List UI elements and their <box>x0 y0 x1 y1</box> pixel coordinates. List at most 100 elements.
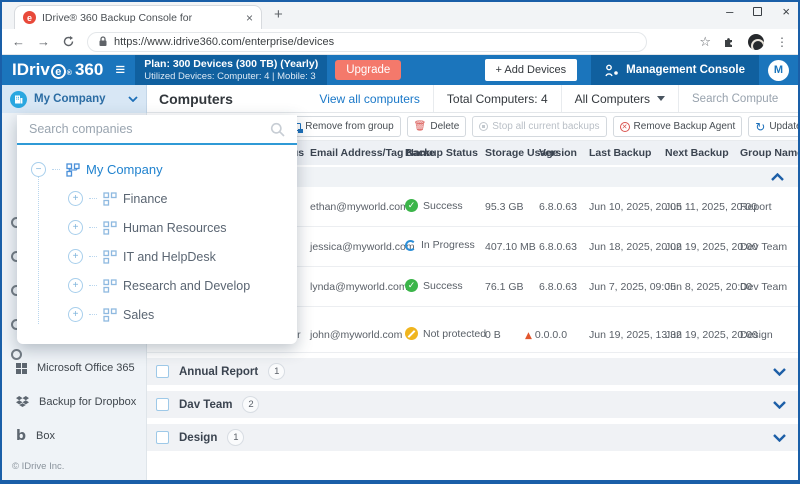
window-restore-button[interactable] <box>753 7 762 16</box>
forward-icon[interactable]: → <box>37 34 50 49</box>
col-last-backup[interactable]: Last Backup <box>589 147 651 159</box>
row-backup-status: ✓ Success <box>405 199 463 212</box>
plan-summary: Plan: 300 Devices (300 TB) (Yearly) Util… <box>135 55 327 85</box>
add-devices-button[interactable]: + Add Devices <box>485 59 578 81</box>
url-bar: ← → https://www.idrive360.com/enterprise… <box>2 29 798 55</box>
tree-node-human-resources[interactable]: + Human Resources <box>68 213 297 242</box>
warning-triangle-icon: ▲ <box>525 331 532 341</box>
group-row-design[interactable]: Design 1 <box>147 424 798 451</box>
expand-icon[interactable]: + <box>68 278 83 293</box>
company-selector-label: My Company <box>34 93 121 105</box>
computers-scope-dropdown[interactable]: All Computers <box>561 85 678 112</box>
expand-icon[interactable]: + <box>68 307 83 322</box>
company-selector[interactable]: My Company <box>2 85 147 113</box>
sidebar-item-backup-for-dropbox[interactable]: Backup for Dropbox <box>2 390 147 414</box>
reload-icon[interactable] <box>62 35 75 48</box>
user-avatar[interactable]: M <box>768 60 789 81</box>
company-building-icon <box>10 91 27 108</box>
search-computers-input[interactable] <box>692 93 778 105</box>
tree-node-finance[interactable]: + Finance <box>68 184 297 213</box>
url-text: https://www.idrive360.com/enterprise/dev… <box>114 36 334 48</box>
management-console-nav[interactable]: Management Console <box>591 55 759 85</box>
chevron-down-icon[interactable] <box>773 434 786 442</box>
hamburger-menu-icon[interactable]: ≡ <box>115 60 125 80</box>
group-row-annual-report[interactable]: Annual Report 1 <box>147 358 798 385</box>
search-computers-box[interactable] <box>678 85 798 112</box>
col-backup-status[interactable]: Backup Status <box>405 147 478 159</box>
stop-all-backups-button[interactable]: Stop all current backups <box>472 116 606 137</box>
extensions-puzzle-icon[interactable] <box>723 35 736 48</box>
col-group-name[interactable]: Group Name <box>740 147 800 159</box>
chevron-down-icon[interactable] <box>773 368 786 376</box>
group-row-dav-team[interactable]: Dav Team 2 <box>147 391 798 418</box>
row-group-name: Report <box>740 201 772 213</box>
group-count-badge: 1 <box>227 429 244 446</box>
row-version: ▲0.0.0.0 <box>525 329 567 341</box>
expand-icon[interactable]: + <box>68 220 83 235</box>
chevron-down-icon[interactable] <box>773 401 786 409</box>
padlock-icon <box>98 36 108 47</box>
org-icon <box>103 279 117 293</box>
box-icon: b <box>16 428 26 444</box>
tree-dots <box>89 256 97 257</box>
browser-profile-avatar[interactable] <box>748 34 764 50</box>
row-email: lynda@myworld.com <box>310 281 408 293</box>
row-group-name: Dev Team <box>740 241 787 253</box>
row-email: john@myworld.com <box>310 329 402 341</box>
tree-node-my-company[interactable]: − My Company <box>31 155 297 184</box>
org-icon <box>103 192 117 206</box>
tree-node-it-and-helpdesk[interactable]: + IT and HelpDesk <box>68 242 297 271</box>
col-version[interactable]: Version <box>539 147 577 159</box>
row-version: 6.8.0.63 <box>539 241 577 253</box>
row-storage: 95.3 GB <box>485 201 524 213</box>
row-storage: 76.1 GB <box>485 281 524 293</box>
tree-node-sales[interactable]: + Sales <box>68 300 297 329</box>
back-icon[interactable]: ← <box>12 34 25 49</box>
chevron-down-icon <box>128 96 138 102</box>
tree-dots <box>89 314 97 315</box>
management-console-icon <box>605 64 619 77</box>
row-version: 6.8.0.63 <box>539 281 577 293</box>
window-minimize-button[interactable]: – <box>726 4 733 19</box>
row-backup-status: Not protected <box>405 327 486 340</box>
company-search-box[interactable] <box>17 115 297 145</box>
update-agent-icon: ↻ <box>755 120 765 134</box>
logo-e-icon: e <box>51 64 66 79</box>
expand-icon[interactable]: + <box>68 191 83 206</box>
browser-tab[interactable]: e IDrive® 360 Backup Console for × <box>14 5 262 29</box>
upgrade-button[interactable]: Upgrade <box>335 60 401 80</box>
group-checkbox[interactable] <box>156 398 169 411</box>
bookmark-star-icon[interactable]: ☆ <box>699 34 711 50</box>
remove-from-group-button[interactable]: Remove from group <box>284 116 400 137</box>
collapse-icon[interactable]: − <box>31 162 46 177</box>
tree-dots <box>89 227 97 228</box>
sidebar-item-box[interactable]: b Box <box>2 424 147 448</box>
window-close-button[interactable]: × <box>782 4 790 19</box>
company-search-input[interactable] <box>29 122 270 136</box>
chevron-up-icon[interactable] <box>771 173 784 181</box>
total-computers-count: Total Computers: 4 <box>433 85 561 112</box>
group-checkbox[interactable] <box>156 365 169 378</box>
row-backup-status: ✓ Success <box>405 279 463 292</box>
new-tab-button[interactable]: + <box>274 6 283 23</box>
view-all-computers-link[interactable]: View all computers <box>306 85 433 112</box>
address-field[interactable]: https://www.idrive360.com/enterprise/dev… <box>87 32 647 52</box>
update-backup-agent-button[interactable]: ↻ Update Backup Agent <box>748 116 800 137</box>
col-next-backup[interactable]: Next Backup <box>665 147 729 159</box>
app-header: IDrive®360 ≡ Plan: 300 Devices (300 TB) … <box>2 55 798 85</box>
row-backup-status: In Progress <box>405 239 475 251</box>
browser-window: e IDrive® 360 Backup Console for × + – ×… <box>0 0 800 484</box>
sidebar-item-microsoft-office-365[interactable]: Microsoft Office 365 <box>2 356 147 380</box>
idrive360-logo: IDrive®360 <box>2 60 103 80</box>
delete-button[interactable]: 🗑 Delete <box>407 116 467 137</box>
tree-node-research-and-develop[interactable]: + Research and Develop <box>68 271 297 300</box>
page-bar: My Company Computers View all computers … <box>2 85 798 113</box>
expand-icon[interactable]: + <box>68 249 83 264</box>
tab-title: IDrive® 360 Backup Console for <box>42 12 240 24</box>
group-checkbox[interactable] <box>156 431 169 444</box>
dropbox-icon <box>16 396 29 408</box>
tab-close-icon[interactable]: × <box>246 11 253 25</box>
org-icon <box>103 308 117 322</box>
remove-backup-agent-button[interactable]: ✕ Remove Backup Agent <box>613 116 743 137</box>
browser-menu-icon[interactable]: ⋮ <box>776 35 788 49</box>
